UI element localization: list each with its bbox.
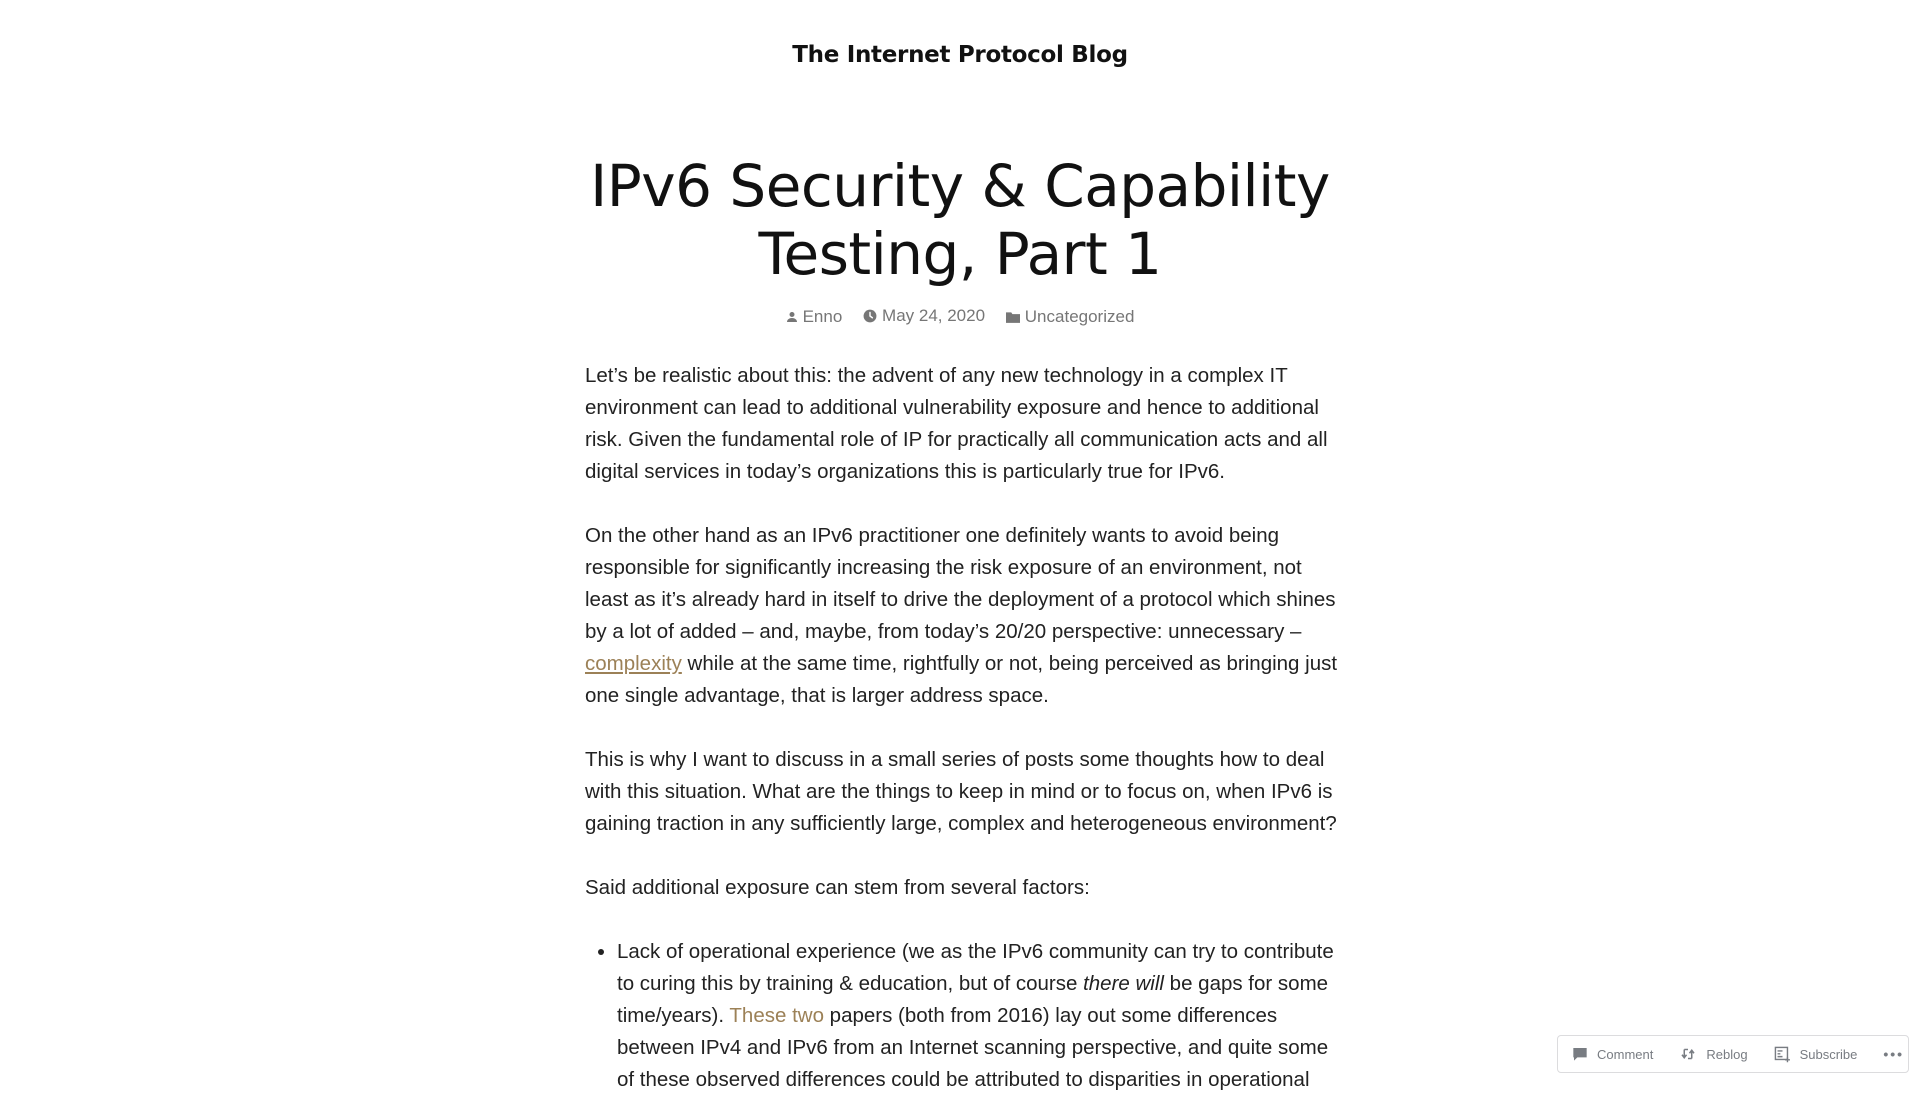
subscribe-label: Subscribe	[1799, 1046, 1858, 1062]
folder-icon	[1005, 312, 1020, 323]
paragraph-4: Said additional exposure can stem from s…	[585, 876, 1090, 899]
subscribe-button[interactable]: Subscribe	[1774, 1046, 1858, 1063]
date-link[interactable]: May 24, 2020	[882, 306, 985, 326]
paragraph-3: This is why I want to discuss in a small…	[585, 748, 1337, 835]
person-icon	[786, 312, 797, 322]
post-content: Let’s be realistic about this: the adven…	[585, 360, 1340, 1096]
meta-category: Uncategorized	[1005, 307, 1135, 327]
more-options-button[interactable]: •••	[1883, 1046, 1904, 1062]
paragraph-2: On the other hand as an IPv6 practitione…	[585, 520, 1340, 712]
meta-author: Enno	[786, 307, 843, 327]
list-item-italic: there will	[1083, 972, 1164, 995]
list-item: Lack of operational experience (we as th…	[617, 936, 1340, 1096]
site-header: The Internet Protocol Blog	[0, 42, 1920, 68]
comment-button[interactable]: Comment	[1572, 1046, 1653, 1062]
comment-icon	[1573, 1048, 1587, 1061]
site-title-link[interactable]: The Internet Protocol Blog	[792, 42, 1128, 68]
post-title: IPv6 Security & Capability Testing, Part…	[590, 152, 1330, 288]
clock-icon	[863, 309, 877, 323]
reblog-label: Reblog	[1706, 1046, 1748, 1062]
reblog-icon	[1681, 1048, 1695, 1060]
complexity-link[interactable]: complexity	[585, 652, 682, 675]
post-meta: Enno May 24, 2020 Uncategorized	[0, 306, 1920, 328]
category-link[interactable]: Uncategorized	[1025, 307, 1135, 327]
paragraph-2-text-a: On the other hand as an IPv6 practitione…	[585, 524, 1336, 643]
subscribe-icon	[1774, 1046, 1790, 1062]
meta-date: May 24, 2020	[863, 306, 985, 326]
these-two-link[interactable]: These two	[729, 1004, 824, 1027]
paragraph-1: Let’s be realistic about this: the adven…	[585, 364, 1328, 483]
paragraph-2-text-b: while at the same time, rightfully or no…	[585, 652, 1338, 707]
author-link[interactable]: Enno	[803, 307, 843, 327]
comment-label: Comment	[1597, 1046, 1654, 1062]
reblog-button[interactable]: Reblog	[1679, 1046, 1748, 1062]
factors-list: Lack of operational experience (we as th…	[585, 936, 1340, 1096]
action-bar: Comment Reblog Subscribe •••	[1557, 1035, 1909, 1073]
